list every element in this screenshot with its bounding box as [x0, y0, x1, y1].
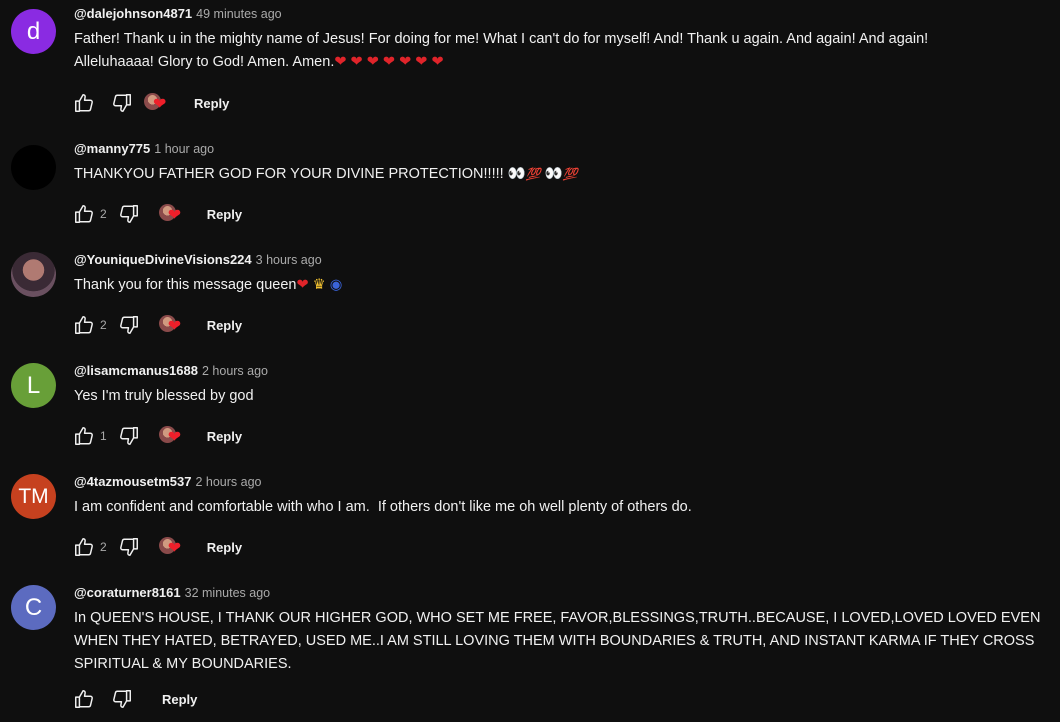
- like-count: 1: [100, 429, 107, 443]
- comment-actions: ❤ Reply: [72, 91, 229, 115]
- comment-text: I am confident and comfortable with who …: [74, 496, 1054, 519]
- comment-header: @lisamcmanus1688 2 hours ago: [74, 363, 268, 378]
- eyes-emoji: 👀: [544, 166, 563, 182]
- author-name[interactable]: @manny775: [74, 141, 150, 156]
- like-icon[interactable]: [72, 687, 96, 711]
- like-icon[interactable]: [72, 91, 96, 115]
- creator-heart-icon: ❤: [144, 91, 170, 115]
- crown-emoji: ♛: [312, 277, 326, 293]
- timestamp[interactable]: 2 hours ago: [202, 364, 268, 378]
- comment-text-line: WHEN THEY HATED, BETRAYED, USED ME..I AM…: [74, 633, 1035, 649]
- comment-header: @YouniqueDivineVisions224 3 hours ago: [74, 252, 322, 267]
- avatar[interactable]: L: [11, 363, 56, 408]
- dislike-icon[interactable]: [117, 202, 141, 226]
- comment-actions: 2 ❤ Reply: [72, 313, 242, 337]
- comment-text-line: SPIRITUAL & MY BOUNDARIES.: [74, 656, 292, 672]
- comment-text: Thank you for this message queen❤ ♛ ◉: [74, 274, 1054, 297]
- comment-text-span: THANKYOU FATHER GOD FOR YOUR DIVINE PROT…: [74, 166, 504, 182]
- comment-header: @manny775 1 hour ago: [74, 141, 214, 156]
- comment-header: @4tazmousetm537 2 hours ago: [74, 474, 261, 489]
- like-count: 2: [100, 207, 107, 221]
- heart-emoji-row: ❤ ❤ ❤ ❤ ❤ ❤ ❤: [334, 54, 444, 70]
- like-count: 2: [100, 318, 107, 332]
- heart-emoji: ❤: [296, 277, 309, 293]
- comment-actions: 2 ❤ Reply: [72, 535, 242, 559]
- comment-text-span: Yes I'm truly blessed by god: [74, 388, 254, 404]
- comment-text: In QUEEN'S HOUSE, I THANK OUR HIGHER GOD…: [74, 607, 1059, 676]
- comment-text: Father! Thank u in the mighty name of Je…: [74, 28, 1054, 74]
- creator-heart-icon: ❤: [158, 424, 185, 448]
- like-icon[interactable]: [72, 202, 96, 226]
- timestamp[interactable]: 1 hour ago: [154, 142, 214, 156]
- creator-heart-icon: ❤: [158, 313, 185, 337]
- like-icon[interactable]: [72, 535, 96, 559]
- dislike-icon[interactable]: [117, 535, 141, 559]
- author-name[interactable]: @YouniqueDivineVisions224: [74, 252, 252, 267]
- avatar[interactable]: TM: [11, 474, 56, 519]
- avatar[interactable]: [11, 252, 56, 297]
- comment-text-span: Thank you for this message queen: [74, 277, 297, 293]
- timestamp[interactable]: 32 minutes ago: [185, 586, 270, 600]
- timestamp[interactable]: 3 hours ago: [256, 253, 322, 267]
- dislike-icon[interactable]: [110, 91, 134, 115]
- eyes-emoji: 👀: [507, 166, 526, 182]
- reply-button[interactable]: Reply: [207, 540, 242, 555]
- timestamp[interactable]: 2 hours ago: [195, 475, 261, 489]
- comment-text-span: Alleluhaaaa! Glory to God! Amen. Amen.: [74, 54, 335, 70]
- nazar-amulet-emoji: ◉: [329, 277, 343, 293]
- reply-button[interactable]: Reply: [194, 96, 229, 111]
- hundred-emoji: 💯: [525, 167, 541, 181]
- avatar[interactable]: [11, 145, 56, 190]
- reply-button[interactable]: Reply: [162, 692, 197, 707]
- comment-actions: 1 ❤ Reply: [72, 424, 242, 448]
- comment-text-line: Alleluhaaaa! Glory to God! Amen. Amen.❤ …: [74, 51, 1054, 74]
- comment-actions: 2 ❤ Reply: [72, 202, 242, 226]
- dislike-icon[interactable]: [110, 687, 134, 711]
- reply-button[interactable]: Reply: [207, 429, 242, 444]
- like-icon[interactable]: [72, 313, 96, 337]
- comment-text-span: I am confident and comfortable with who …: [74, 499, 692, 515]
- comment-header: @coraturner8161 32 minutes ago: [74, 585, 270, 600]
- like-icon[interactable]: [72, 424, 96, 448]
- hundred-emoji: 💯: [562, 167, 578, 181]
- comment-text-line: In QUEEN'S HOUSE, I THANK OUR HIGHER GOD…: [74, 610, 1041, 626]
- comment-header: @dalejohnson4871 49 minutes ago: [74, 6, 282, 21]
- reply-button[interactable]: Reply: [207, 207, 242, 222]
- avatar[interactable]: C: [11, 585, 56, 630]
- comment-text: Yes I'm truly blessed by god: [74, 385, 1054, 408]
- author-name[interactable]: @coraturner8161: [74, 585, 181, 600]
- creator-heart-icon: ❤: [158, 202, 185, 226]
- timestamp[interactable]: 49 minutes ago: [196, 7, 281, 21]
- like-count: 2: [100, 540, 107, 554]
- avatar[interactable]: d: [11, 9, 56, 54]
- dislike-icon[interactable]: [117, 313, 141, 337]
- comment-text-line: Father! Thank u in the mighty name of Je…: [74, 31, 929, 47]
- reply-button[interactable]: Reply: [207, 318, 242, 333]
- dislike-icon[interactable]: [117, 424, 141, 448]
- creator-heart-icon: ❤: [158, 535, 185, 559]
- comment-actions: Reply: [72, 687, 197, 711]
- author-name[interactable]: @dalejohnson4871: [74, 6, 192, 21]
- comment-text: THANKYOU FATHER GOD FOR YOUR DIVINE PROT…: [74, 163, 1054, 186]
- author-name[interactable]: @4tazmousetm537: [74, 474, 191, 489]
- author-name[interactable]: @lisamcmanus1688: [74, 363, 198, 378]
